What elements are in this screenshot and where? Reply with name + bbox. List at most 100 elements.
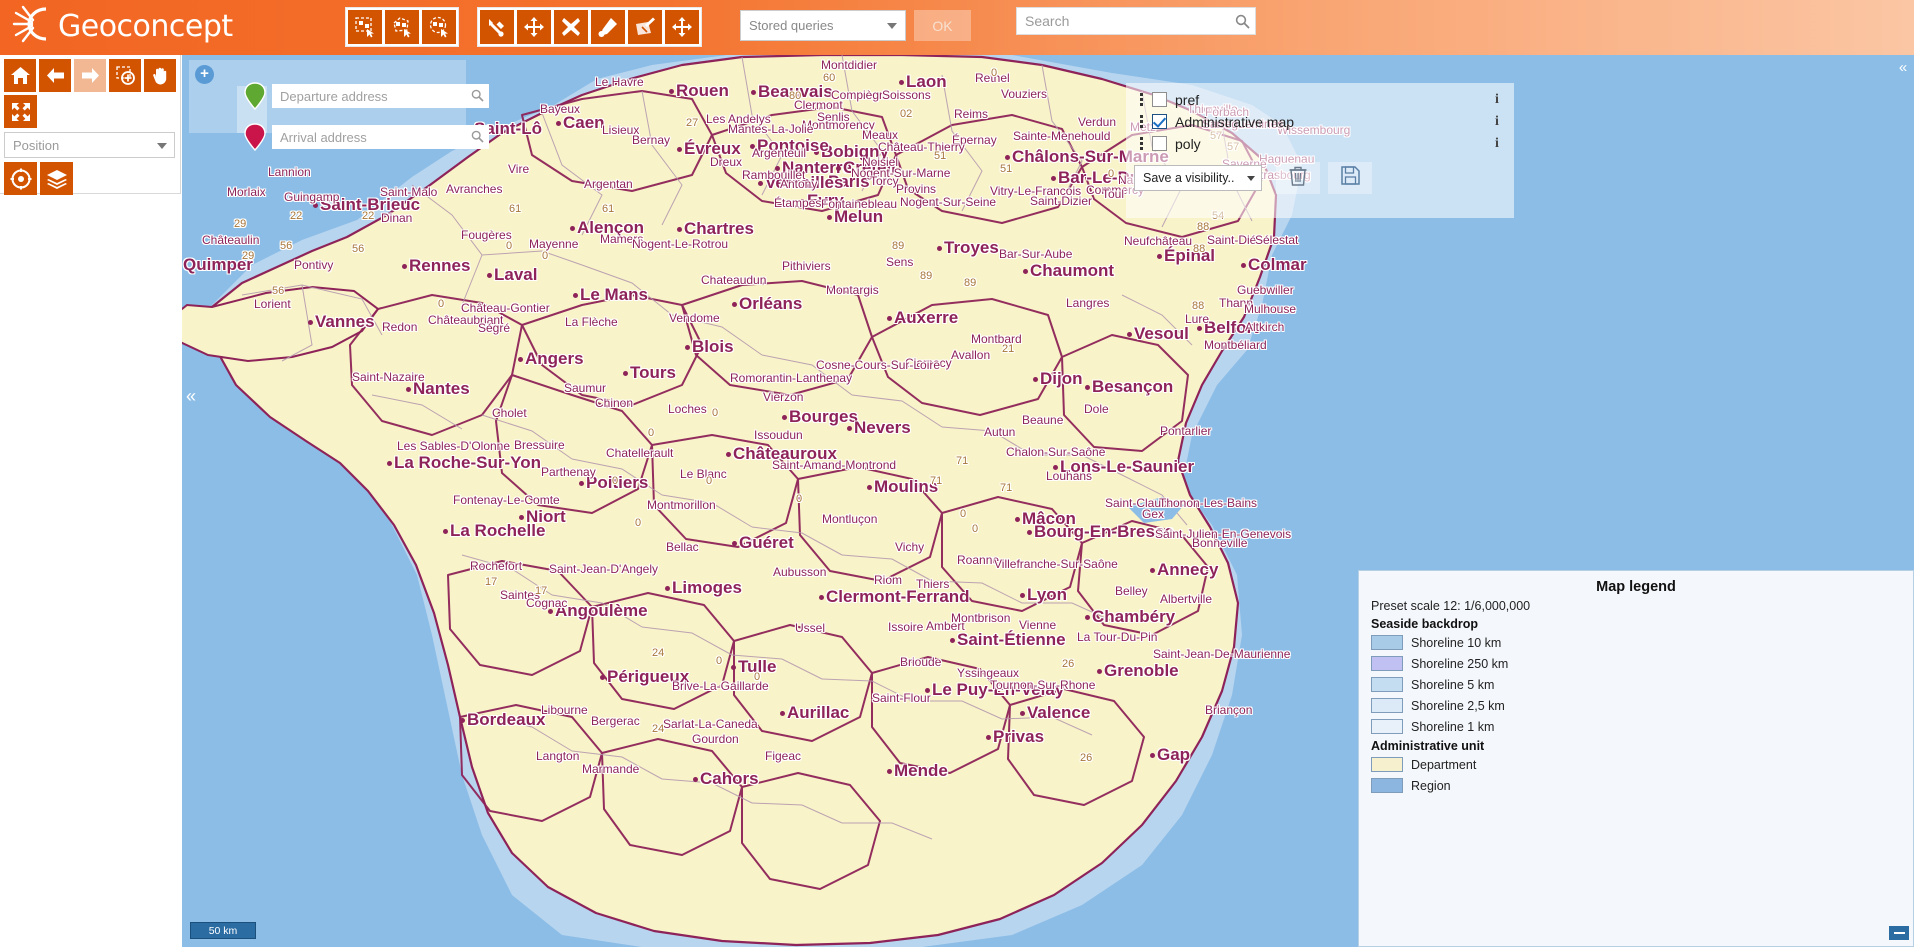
legend-item: Department (1371, 756, 1901, 773)
map-legend-panel: Map legend Preset scale 12: 1/6,000,000 … (1358, 570, 1914, 947)
polygon-select-icon[interactable] (385, 10, 419, 44)
legend-groups: Seaside backdrop Shoreline 10 km Shoreline… (1371, 617, 1901, 794)
selection-toolbar (345, 7, 459, 47)
search-icon[interactable] (1229, 14, 1255, 29)
layer-name: pref (1175, 91, 1200, 108)
delete-visibility-button[interactable] (1276, 162, 1320, 194)
starburst-logo-icon (12, 5, 58, 48)
trash-icon (1289, 166, 1307, 191)
minimize-icon[interactable] (1889, 926, 1909, 940)
legend-item: Shoreline 10 km (1371, 634, 1901, 651)
rectangle-select-icon[interactable] (348, 10, 382, 44)
home-button[interactable] (4, 59, 36, 92)
chevron-down-icon (1247, 176, 1255, 181)
drag-dots-icon[interactable] (1134, 115, 1148, 128)
pencil-icon[interactable] (591, 10, 625, 44)
editing-toolbar (477, 7, 702, 47)
departure-pin-icon (244, 82, 266, 110)
bottom-button-row (4, 162, 176, 195)
legend-item: Shoreline 5 km (1371, 676, 1901, 693)
collapse-right-panel-button[interactable]: « (1894, 57, 1912, 77)
zoom-to-extent-button[interactable] (4, 95, 37, 128)
route-address-panel: + (189, 60, 489, 151)
arrival-address-input[interactable] (272, 125, 489, 149)
save-visibility-select[interactable]: Save a visibility.. (1134, 165, 1262, 191)
floppy-disk-icon (1340, 166, 1360, 190)
arrival-address-row (244, 123, 489, 151)
legend-swatch (1371, 757, 1403, 772)
legend-swatch (1371, 698, 1403, 713)
delete-icon[interactable] (554, 10, 588, 44)
legend-title: Map legend (1596, 579, 1676, 595)
pan-move-icon[interactable] (665, 10, 699, 44)
legend-group-title: Seaside backdrop (1371, 617, 1478, 631)
scale-bar: 50 km (190, 922, 256, 939)
forward-button[interactable] (74, 59, 106, 92)
position-select[interactable]: Position (4, 132, 175, 158)
plus-circle-icon[interactable]: + (195, 65, 214, 84)
legend-item: Region (1371, 777, 1901, 794)
layer-row: Administrative map i (1134, 111, 1506, 132)
stored-queries-group: Stored queries OK (740, 10, 971, 41)
pan-button[interactable] (144, 59, 176, 92)
legend-label: Shoreline 1 km (1411, 719, 1495, 734)
legend-label: Shoreline 250 km (1411, 656, 1509, 671)
save-visibility-button[interactable] (1328, 162, 1372, 194)
legend-swatch (1371, 677, 1403, 692)
layers-visibility-panel: pref i Administrative map i poly i Save a vis… (1126, 83, 1514, 218)
legend-label: Shoreline 10 km (1411, 635, 1502, 650)
layer-name: Administrative map (1175, 113, 1295, 130)
back-button[interactable] (39, 59, 71, 92)
measure-icon[interactable] (628, 10, 662, 44)
legend-label: Department (1411, 757, 1477, 772)
visibility-controls-row: Save a visibility.. (1134, 162, 1506, 194)
layers-list: pref i Administrative map i poly i (1134, 89, 1506, 154)
layer-row: poly i (1134, 133, 1506, 154)
edit-geometry-icon[interactable] (480, 10, 514, 44)
position-label: Position (13, 137, 60, 153)
legend-swatch (1371, 719, 1403, 734)
ok-button[interactable]: OK (914, 10, 971, 41)
info-icon[interactable]: i (1488, 136, 1506, 152)
stored-queries-select[interactable]: Stored queries (740, 10, 906, 41)
legend-swatch (1371, 656, 1403, 671)
stored-queries-label: Stored queries (749, 18, 834, 33)
collapse-left-panel-button[interactable]: « (182, 385, 200, 407)
fit-button-row (4, 95, 176, 128)
circle-select-icon[interactable] (422, 10, 456, 44)
locate-button[interactable] (4, 162, 37, 195)
layer-checkbox[interactable] (1152, 114, 1167, 129)
legend-item: Shoreline 2,5 km (1371, 697, 1901, 714)
brand-logo[interactable]: Geoconcept (12, 5, 233, 48)
arrival-pin-icon (244, 123, 266, 151)
map-navigation-panel: Position (0, 55, 181, 195)
departure-address-input[interactable] (272, 84, 489, 108)
layer-checkbox[interactable] (1152, 136, 1167, 151)
layer-name: poly (1175, 135, 1201, 152)
nav-button-row (4, 59, 176, 92)
legend-scale: Preset scale 12: 1/6,000,000 (1371, 599, 1531, 613)
zoom-box-button[interactable] (109, 59, 141, 92)
legend-label: Shoreline 2,5 km (1411, 698, 1505, 713)
brand-name: Geoconcept (58, 8, 233, 44)
legend-group-title: Administrative unit (1371, 739, 1485, 753)
move-icon[interactable] (517, 10, 551, 44)
info-icon[interactable]: i (1488, 92, 1506, 108)
app-root: Geoconcept Stored queries OK Search Posi… (0, 0, 1914, 947)
drag-dots-icon[interactable] (1134, 137, 1148, 150)
layer-row: pref i (1134, 89, 1506, 110)
chevron-down-icon (887, 23, 897, 29)
search-input[interactable] (1017, 8, 1229, 34)
info-icon[interactable]: i (1488, 114, 1506, 130)
app-header: Geoconcept Stored queries OK Search (0, 0, 1914, 55)
legend-swatch (1371, 778, 1403, 793)
drag-dots-icon[interactable] (1134, 93, 1148, 106)
search-box (1016, 7, 1256, 35)
layers-button[interactable] (40, 162, 73, 195)
legend-label: Shoreline 5 km (1411, 677, 1495, 692)
chevron-down-icon (157, 143, 167, 149)
layer-checkbox[interactable] (1152, 92, 1167, 107)
legend-item: Shoreline 250 km (1371, 655, 1901, 672)
legend-item: Shoreline 1 km (1371, 718, 1901, 735)
legend-label: Region (1411, 778, 1451, 793)
